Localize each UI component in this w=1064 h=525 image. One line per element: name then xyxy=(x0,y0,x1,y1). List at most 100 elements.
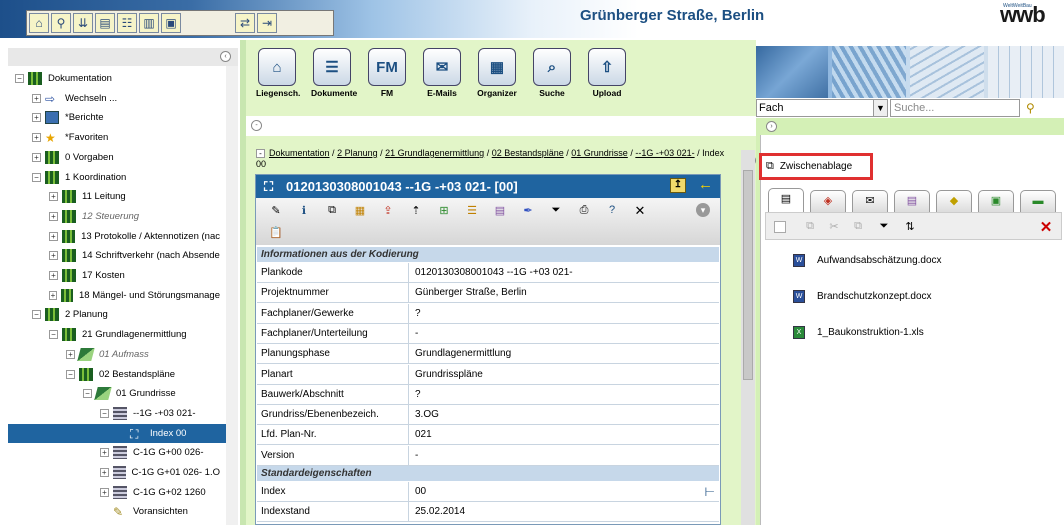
expand-toggle[interactable]: + xyxy=(32,113,41,123)
tab-emails[interactable]: ✉ xyxy=(852,190,888,212)
module-button-dokumente[interactable]: ☰ Dokumente xyxy=(311,48,357,98)
home-icon[interactable]: ⌂ xyxy=(29,13,49,33)
tab-packages[interactable]: ◆ xyxy=(936,190,972,212)
tasks-icon[interactable]: ☷ xyxy=(117,13,137,33)
expand-toggle[interactable]: + xyxy=(32,152,41,162)
expand-toggle[interactable]: + xyxy=(49,290,57,300)
filter-icon[interactable]: ⇊ xyxy=(73,13,93,33)
filter-icon[interactable]: ⏷ xyxy=(548,204,564,218)
breadcrumb-link[interactable]: 2 Planung xyxy=(337,148,378,158)
help-icon[interactable]: ? xyxy=(604,204,620,218)
grid-icon[interactable]: ▦ xyxy=(352,204,368,218)
tab-objects[interactable]: ◈ xyxy=(810,190,846,212)
collapse-left-icon[interactable]: ‹ xyxy=(220,51,231,62)
expand-toggle[interactable]: + xyxy=(32,93,41,103)
tree-item[interactable]: + C-1G G+02 1260 xyxy=(8,483,220,502)
back-arrow-icon[interactable]: ← xyxy=(698,176,713,193)
calendar-icon[interactable]: ▣ xyxy=(161,13,181,33)
clipboard-file[interactable]: W Brandschutzkonzept.docx xyxy=(793,289,932,303)
tree-item[interactable]: − 1 Koordination xyxy=(8,168,220,187)
chevron-down-icon[interactable]: ▼ xyxy=(873,100,887,116)
breadcrumb-link[interactable]: 01 Grundrisse xyxy=(571,148,628,158)
collapse-toggle[interactable]: − xyxy=(32,172,41,182)
breadcrumb-link[interactable]: 02 Bestandspläne xyxy=(492,148,564,158)
tree-item[interactable]: +0 Vorgaben xyxy=(8,148,220,167)
expand-toggle[interactable]: + xyxy=(49,211,58,221)
import-icon[interactable]: ⇥ xyxy=(257,13,277,33)
tree-item[interactable]: +17 Kosten xyxy=(8,266,220,285)
tree-item[interactable]: +14 Schriftverkehr (nach Absende xyxy=(8,246,220,265)
close-icon[interactable]: ✕ xyxy=(1038,218,1054,236)
upload-doc-icon[interactable]: ⇡ xyxy=(408,204,424,218)
select-all-checkbox[interactable] xyxy=(774,221,786,233)
search-people-icon[interactable]: ⚲ xyxy=(51,13,71,33)
tab-documents[interactable]: ▤ xyxy=(768,188,804,212)
tree-item[interactable]: + *Berichte xyxy=(8,108,220,127)
expand-toggle[interactable]: + xyxy=(100,448,109,458)
module-button-fm[interactable]: FM FM xyxy=(366,48,408,98)
expand-toggle[interactable]: + xyxy=(32,133,41,143)
list-icon[interactable]: ☰ xyxy=(464,204,480,218)
copy-icon[interactable]: ⧉ xyxy=(324,204,340,218)
collapse-toggle[interactable]: − xyxy=(49,330,58,340)
tree-item[interactable]: − 2 Planung xyxy=(8,305,220,324)
collapse-toggle[interactable]: − xyxy=(100,408,109,418)
tree-item[interactable]: ⛶ Index 00 xyxy=(8,423,226,443)
sort-icon[interactable]: ⇅ xyxy=(902,220,918,234)
tree-item[interactable]: + C-1G G+00 026- xyxy=(8,443,220,462)
properties-icon[interactable]: ▤ xyxy=(492,204,508,218)
clipboard-icon[interactable]: 📋 xyxy=(268,226,284,240)
tree-item[interactable]: +18 Mängel- und Störungsmanage xyxy=(8,286,220,305)
breadcrumb-collapse[interactable]: - xyxy=(256,149,265,158)
tree-item[interactable]: − 21 Grundlagenermittlung xyxy=(8,325,220,344)
tree-item[interactable]: +13 Protokolle / Aktennotizen (nac xyxy=(8,227,220,246)
tree-item[interactable]: + ⇨ Wechseln ... xyxy=(8,89,220,108)
delete-icon[interactable]: ✕ xyxy=(632,203,648,218)
tab-folders[interactable]: ▣ xyxy=(978,190,1014,212)
tree-item[interactable]: ✎ Voransichten xyxy=(8,502,220,521)
collapse-toggle[interactable]: − xyxy=(15,74,24,83)
folder-up-icon[interactable]: ↥ xyxy=(670,178,686,193)
search-input[interactable]: Suche... xyxy=(890,99,1020,117)
module-button-emails[interactable]: ✉ E-Mails xyxy=(421,48,463,98)
hierarchy-icon[interactable]: ⊢ xyxy=(705,482,715,502)
collapse-toggle[interactable]: − xyxy=(83,389,92,399)
tree-item[interactable]: + C-1G G+01 026- 1.O xyxy=(8,463,220,482)
expand-toggle[interactable]: + xyxy=(49,251,58,261)
tree-item[interactable]: +11 Leitung xyxy=(8,187,220,206)
add-icon[interactable]: ⊞ xyxy=(436,204,452,218)
expand-toggle[interactable]: + xyxy=(100,487,109,497)
category-select[interactable]: Fach ▼ xyxy=(756,99,888,117)
document-scroll-thumb[interactable] xyxy=(743,170,753,380)
cut-icon[interactable]: ✂ xyxy=(826,220,842,234)
search-icon[interactable]: ⚲ xyxy=(1026,101,1035,115)
tree-item[interactable]: +12 Steuerung xyxy=(8,207,220,226)
more-icon[interactable]: ▾ xyxy=(696,203,710,217)
collapse-toggle[interactable]: − xyxy=(32,310,41,320)
documents-icon[interactable]: ▤ xyxy=(95,13,115,33)
tree-item[interactable]: − 01 Grundrisse xyxy=(8,384,220,403)
expand-toggle[interactable]: + xyxy=(49,271,58,280)
pen-icon[interactable]: ✒ xyxy=(520,204,536,218)
tab-tasks[interactable]: ▤ xyxy=(894,190,930,212)
expand-toggle[interactable]: + xyxy=(100,468,109,477)
filter-icon[interactable]: ⏷ xyxy=(876,220,892,234)
tab-archive[interactable]: ▬ xyxy=(1020,190,1056,212)
breadcrumb-link[interactable]: --1G -+03 021- xyxy=(635,148,694,158)
breadcrumb-link[interactable]: 21 Grundlagenermittlung xyxy=(385,148,484,158)
breadcrumb-link[interactable]: Dokumentation xyxy=(269,148,330,158)
clipboard-file[interactable]: X 1_Baukonstruktion-1.xls xyxy=(793,325,924,339)
abo-icon[interactable]: ▥ xyxy=(139,13,159,33)
tree-scrollbar[interactable] xyxy=(226,66,238,525)
tree-item[interactable]: − 02 Bestandspläne xyxy=(8,365,220,384)
expand-toggle[interactable]: + xyxy=(66,349,75,359)
clipboard-title[interactable]: ⧉ Zwischenablage xyxy=(759,153,873,180)
module-button-organizer[interactable]: ▦ Organizer xyxy=(476,48,518,98)
collapse-search-icon[interactable]: › xyxy=(766,121,777,132)
module-button-suche[interactable]: ⌕ Suche xyxy=(531,48,573,98)
collapse-toolbar-icon[interactable]: - xyxy=(251,120,262,131)
expand-toggle[interactable]: + xyxy=(49,231,58,241)
info-icon[interactable]: ℹ xyxy=(296,204,312,218)
tree-item[interactable]: +01 Aufmass xyxy=(8,345,220,364)
export-icon[interactable]: ⇪ xyxy=(380,204,396,218)
